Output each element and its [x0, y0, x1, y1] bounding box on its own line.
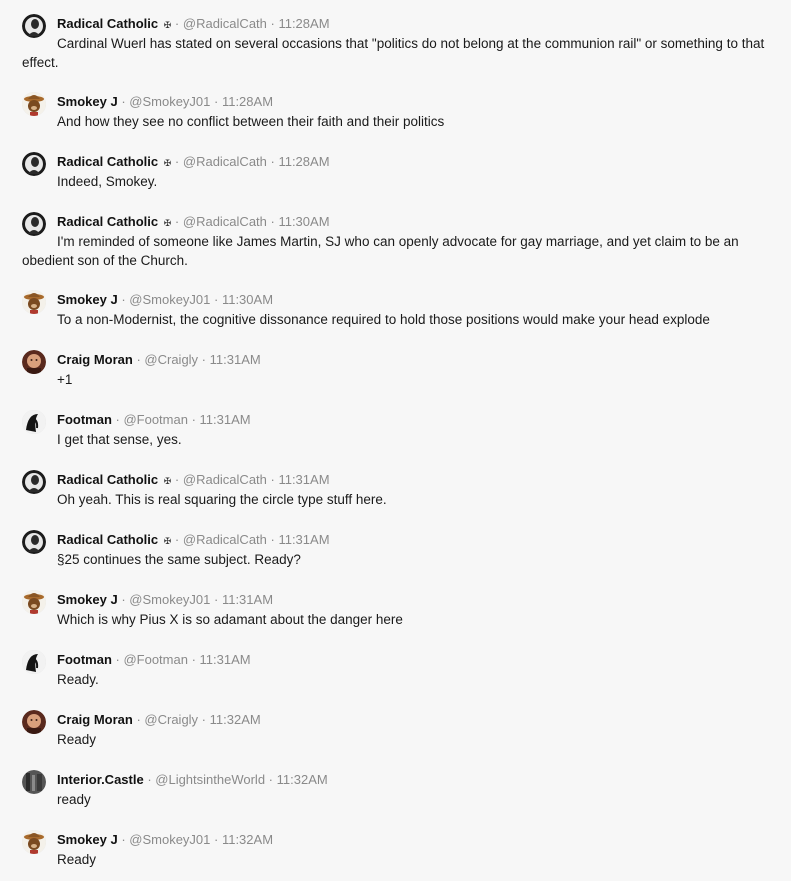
separator: · — [132, 352, 145, 367]
author-handle[interactable]: @RadicalCath — [183, 472, 267, 487]
separator: · — [210, 592, 222, 607]
message-header: Radical Catholic ✠ · @RadicalCath · 11:3… — [57, 472, 330, 489]
separator: · — [266, 154, 279, 169]
author-handle[interactable]: @SmokeyJ01 — [129, 94, 210, 109]
author-handle[interactable]: @RadicalCath — [183, 532, 267, 547]
separator: · — [198, 712, 210, 727]
message-header: Smokey J · @SmokeyJ01 · 11:31AM — [57, 592, 273, 608]
author-handle[interactable]: @RadicalCath — [183, 214, 267, 229]
author-name[interactable]: Smokey J — [57, 592, 118, 607]
author-handle[interactable]: @LightsintheWorld — [155, 772, 265, 787]
message-text: §25 continues the same subject. Ready? — [57, 552, 301, 567]
separator: · — [117, 94, 130, 109]
message-timestamp: 11:31AM — [278, 532, 330, 547]
separator: · — [266, 16, 279, 31]
message-header: Interior.Castle · @LightsintheWorld · 11… — [57, 772, 328, 788]
message-header: Smokey J · @SmokeyJ01 · 11:32AM — [57, 832, 273, 848]
author-name[interactable]: Radical Catholic — [57, 214, 158, 229]
author-handle[interactable]: @RadicalCath — [183, 16, 267, 31]
message-timestamp: 11:32AM — [276, 772, 328, 787]
author-name[interactable]: Craig Moran — [57, 352, 133, 367]
message-header: Radical Catholic ✠ · @RadicalCath · 11:2… — [57, 154, 330, 171]
message-timestamp: 11:32AM — [209, 712, 261, 727]
message-header: Radical Catholic ✠ · @RadicalCath · 11:3… — [57, 214, 330, 231]
message-timestamp: 11:31AM — [278, 472, 330, 487]
author-name[interactable]: Smokey J — [57, 832, 118, 847]
message-header: Smokey J · @SmokeyJ01 · 11:30AM — [57, 292, 273, 308]
separator: · — [198, 352, 210, 367]
author-name[interactable]: Craig Moran — [57, 712, 133, 727]
author-name[interactable]: Radical Catholic — [57, 472, 158, 487]
author-name[interactable]: Radical Catholic — [57, 154, 158, 169]
message-timestamp: 11:31AM — [221, 592, 274, 607]
message-text: +1 — [57, 372, 73, 387]
separator: · — [266, 532, 279, 547]
message-text: Indeed, Smokey. — [57, 174, 158, 189]
message-header: Radical Catholic ✠ · @RadicalCath · 11:3… — [57, 532, 330, 549]
separator: · — [171, 154, 183, 169]
message-timestamp: 11:28AM — [278, 16, 330, 31]
message-text: Cardinal Wuerl has stated on several occ… — [22, 36, 765, 70]
message-timestamp: 11:28AM — [221, 94, 274, 109]
separator: · — [171, 532, 183, 547]
message-timestamp: 11:31AM — [199, 652, 251, 667]
message-timestamp: 11:31AM — [199, 412, 251, 427]
separator: · — [132, 712, 145, 727]
message-timestamp: 11:30AM — [278, 214, 330, 229]
message-text: Ready — [57, 732, 97, 747]
separator: · — [187, 412, 200, 427]
author-name[interactable]: Footman — [57, 412, 112, 427]
message-text: Ready. — [57, 672, 99, 687]
message-text: Which is why Pius X is so adamant about … — [57, 612, 403, 627]
author-name[interactable]: Radical Catholic — [57, 532, 158, 547]
separator: · — [210, 832, 222, 847]
separator: · — [117, 832, 130, 847]
separator: · — [111, 652, 124, 667]
message-text: I'm reminded of someone like James Marti… — [22, 234, 739, 268]
author-name[interactable]: Smokey J — [57, 292, 118, 307]
author-name[interactable]: Radical Catholic — [57, 16, 158, 31]
separator: · — [266, 472, 279, 487]
message-text: And how they see no conflict between the… — [57, 114, 445, 129]
separator: · — [171, 16, 183, 31]
author-handle[interactable]: @Craigly — [144, 712, 198, 727]
author-handle[interactable]: @RadicalCath — [183, 154, 267, 169]
author-handle[interactable]: @Footman — [123, 652, 188, 667]
separator: · — [210, 292, 222, 307]
message-text: ready — [57, 792, 91, 807]
separator: · — [117, 292, 130, 307]
author-handle[interactable]: @SmokeyJ01 — [129, 832, 210, 847]
message-text: I get that sense, yes. — [57, 432, 182, 447]
author-name[interactable]: Interior.Castle — [57, 772, 144, 787]
message-header: Footman · @Footman · 11:31AM — [57, 652, 251, 668]
message-timestamp: 11:28AM — [278, 154, 330, 169]
separator: · — [210, 94, 222, 109]
message-timestamp: 11:32AM — [221, 832, 274, 847]
separator: · — [187, 652, 200, 667]
author-handle[interactable]: @SmokeyJ01 — [129, 592, 210, 607]
author-name[interactable]: Smokey J — [57, 94, 118, 109]
separator: · — [117, 592, 130, 607]
separator: · — [143, 772, 156, 787]
message-text: To a non-Modernist, the cognitive disson… — [57, 312, 710, 327]
author-handle[interactable]: @Footman — [123, 412, 188, 427]
message-text: Ready — [57, 852, 97, 867]
author-name[interactable]: Footman — [57, 652, 112, 667]
message-timestamp: 11:31AM — [209, 352, 261, 367]
separator: · — [171, 214, 183, 229]
separator: · — [111, 412, 124, 427]
author-handle[interactable]: @Craigly — [144, 352, 198, 367]
message-header: Footman · @Footman · 11:31AM — [57, 412, 251, 428]
separator: · — [265, 772, 277, 787]
message-header: Smokey J · @SmokeyJ01 · 11:28AM — [57, 94, 273, 110]
message-header: Craig Moran · @Craigly · 11:32AM — [57, 712, 261, 728]
separator: · — [266, 214, 279, 229]
author-handle[interactable]: @SmokeyJ01 — [129, 292, 210, 307]
message-timestamp: 11:30AM — [221, 292, 274, 307]
message-text: Oh yeah. This is real squaring the circl… — [57, 492, 387, 507]
chat-feed: Radical Catholic ✠ · @RadicalCath · 11:2… — [0, 0, 791, 881]
separator: · — [171, 472, 183, 487]
message-header: Radical Catholic ✠ · @RadicalCath · 11:2… — [57, 16, 330, 33]
message-header: Craig Moran · @Craigly · 11:31AM — [57, 352, 261, 368]
